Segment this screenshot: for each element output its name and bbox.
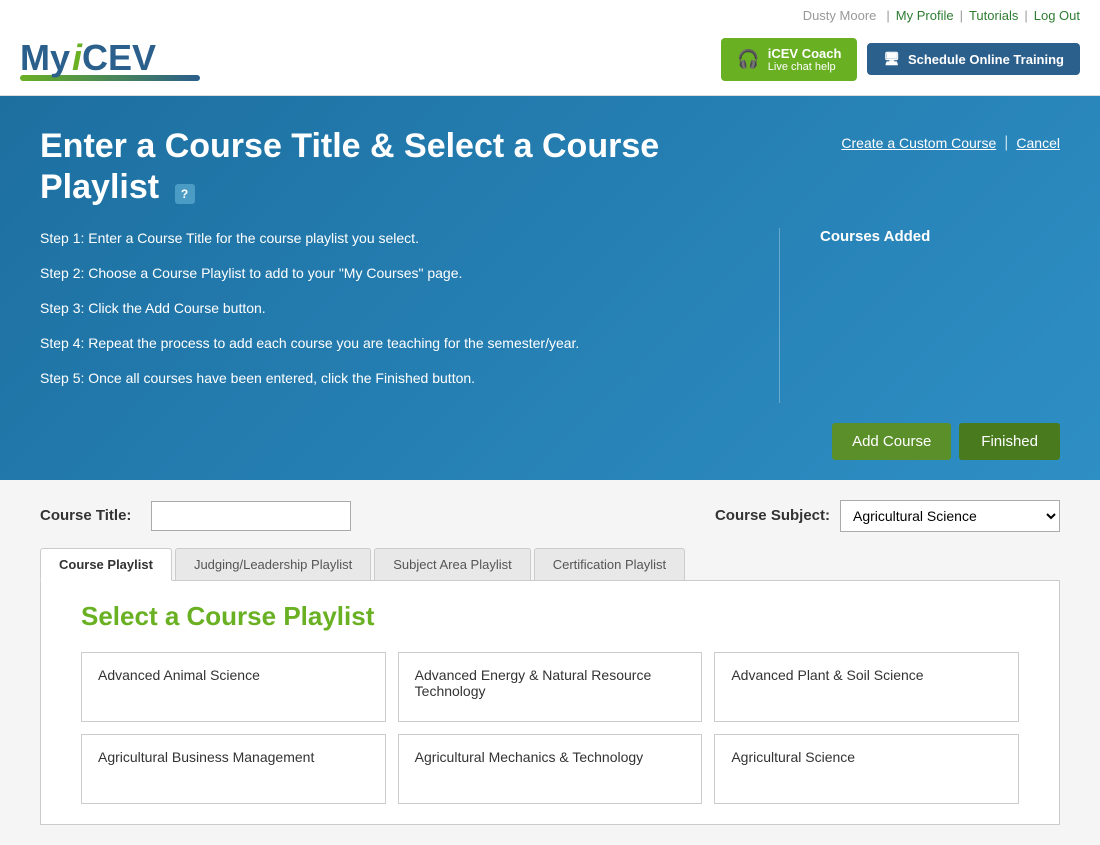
course-subject-select[interactable]: Agricultural Science Business Career Dev… [840,500,1060,532]
list-item[interactable]: Advanced Plant & Soil Science [714,652,1019,722]
separator1: | [886,8,889,23]
course-title-input[interactable] [151,501,351,531]
banner-actions: Add Course Finished [40,423,1060,460]
banner: Enter a Course Title & Select a Course P… [0,96,1100,480]
tab-subject-area[interactable]: Subject Area Playlist [374,548,531,580]
banner-content: Step 1: Enter a Course Title for the cou… [40,228,1060,403]
banner-links: Create a Custom Course | Cancel [841,134,1060,152]
cancel-link[interactable]: Cancel [1016,135,1060,151]
list-item[interactable]: Advanced Energy & Natural Resource Techn… [398,652,703,722]
list-item[interactable]: Agricultural Business Management [81,734,386,804]
form-row: Course Title: Course Subject: Agricultur… [40,500,1060,532]
banner-divider [779,228,780,403]
step3: Step 3: Click the Add Course button. [40,298,739,319]
icev-coach-button[interactable]: 🎧 iCEV Coach Live chat help [721,38,857,81]
header-main: My i CEV 🎧 iCEV Coach Live chat help 🖥 S… [20,27,1080,95]
coach-button-sub: Live chat help [768,61,842,73]
playlist-section-title: Select a Course Playlist [81,601,1019,632]
courses-added-title: Courses Added [820,228,1060,245]
form-area: Course Title: Course Subject: Agricultur… [0,480,1100,845]
add-course-button[interactable]: Add Course [832,423,951,460]
tab-certification[interactable]: Certification Playlist [534,548,685,580]
tutorials-link[interactable]: Tutorials [969,8,1018,23]
header-buttons: 🎧 iCEV Coach Live chat help 🖥 Schedule O… [721,38,1080,81]
list-item[interactable]: Advanced Animal Science [81,652,386,722]
separator2: | [960,8,963,23]
link-separator: | [1004,134,1008,152]
tab-course-playlist[interactable]: Course Playlist [40,548,172,581]
step2: Step 2: Choose a Course Playlist to add … [40,263,739,284]
finished-button[interactable]: Finished [959,423,1060,460]
list-item[interactable]: Agricultural Mechanics & Technology [398,734,703,804]
header: Dusty Moore | My Profile | Tutorials | L… [0,0,1100,96]
step1: Step 1: Enter a Course Title for the cou… [40,228,739,249]
schedule-training-button[interactable]: 🖥 Schedule Online Training [867,43,1080,75]
banner-courses: Courses Added [820,228,1060,403]
step4: Step 4: Repeat the process to add each c… [40,333,739,354]
create-custom-course-link[interactable]: Create a Custom Course [841,135,996,151]
list-item[interactable]: Agricultural Science [714,734,1019,804]
help-icon[interactable]: ? [175,184,195,204]
my-profile-link[interactable]: My Profile [896,8,954,23]
course-title-label: Course Title: [40,507,131,524]
schedule-icon: 🖥 [883,51,900,67]
step5: Step 5: Once all courses have been enter… [40,368,739,389]
logo: My i CEV [20,37,200,81]
logo-cev: CEV [82,37,156,79]
header-top-nav: Dusty Moore | My Profile | Tutorials | L… [20,0,1080,27]
form-subject: Course Subject: Agricultural Science Bus… [715,500,1060,532]
logo-i: i [72,37,82,79]
course-grid: Advanced Animal Science Advanced Energy … [81,652,1019,804]
coach-button-title: iCEV Coach [768,46,842,61]
banner-steps: Step 1: Enter a Course Title for the cou… [40,228,739,403]
course-subject-label: Course Subject: [715,507,830,524]
tab-judging-leadership[interactable]: Judging/Leadership Playlist [175,548,371,580]
tabs: Course Playlist Judging/Leadership Playl… [40,548,1060,581]
logout-link[interactable]: Log Out [1034,8,1080,23]
banner-title: Enter a Course Title & Select a Course P… [40,126,740,208]
user-name: Dusty Moore [803,8,877,23]
schedule-label: Schedule Online Training [908,52,1064,67]
playlist-area: Select a Course Playlist Advanced Animal… [40,581,1060,825]
banner-header: Enter a Course Title & Select a Course P… [40,126,1060,208]
coach-icon: 🎧 [737,49,759,70]
logo-my: My [20,37,70,79]
separator3: | [1024,8,1027,23]
